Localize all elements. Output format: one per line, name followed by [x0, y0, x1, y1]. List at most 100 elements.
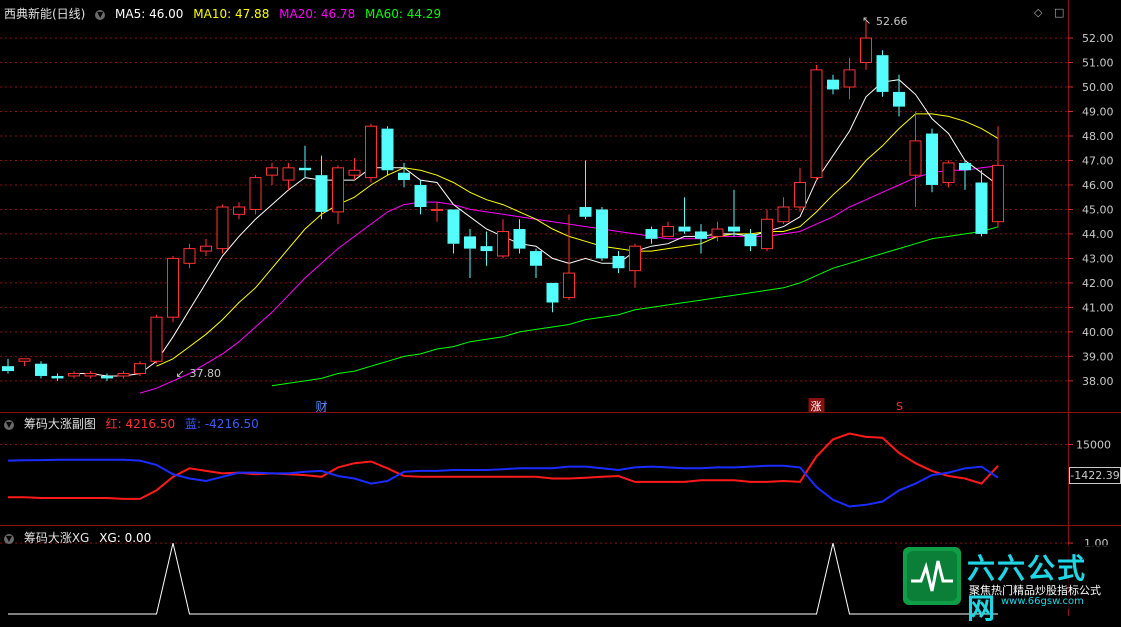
candle-body — [662, 226, 674, 237]
candle-body — [315, 175, 328, 212]
low-arrow-icon: ↙ — [176, 367, 185, 380]
candle-body — [381, 128, 394, 171]
chevron-down-icon[interactable]: ▼ — [4, 533, 14, 544]
high-arrow-icon: ↖ — [862, 14, 871, 27]
candle-body — [596, 209, 608, 259]
candle-body — [266, 167, 278, 176]
candle-body — [431, 208, 443, 211]
candle-body — [744, 233, 757, 247]
diamond-icon[interactable]: ◇ — [1034, 6, 1042, 19]
ma20-readout: MA20: 46.78 — [279, 7, 356, 21]
chevron-down-icon[interactable]: ▼ — [4, 419, 14, 430]
candle-body — [398, 172, 410, 181]
candle-body — [183, 248, 196, 264]
candle-body — [579, 207, 592, 217]
candle-body — [2, 366, 14, 372]
candle-body — [51, 375, 64, 379]
ma60-readout: MA60: 44.29 — [365, 7, 442, 21]
price-pane[interactable]: 52.00 51.00 50.00 49.00 48.00 47.00 46.00 45.00… — [0, 0, 1121, 412]
blue-series-line — [7, 458, 999, 508]
blue-readout: 蓝: -4216.50 — [184, 417, 259, 431]
candle-body — [563, 272, 575, 299]
candle-body — [827, 79, 839, 90]
limit-up-marker: 涨 — [811, 400, 822, 412]
candle-body — [909, 140, 922, 176]
candle-body — [513, 229, 526, 249]
y-tick-label: 49.00 — [1082, 106, 1114, 119]
candle-body — [893, 91, 905, 107]
candle-body — [150, 316, 163, 362]
candle-body — [612, 255, 625, 269]
candle-body — [942, 162, 955, 184]
y-tick-label: 46.00 — [1082, 179, 1114, 192]
candle-body — [18, 358, 31, 362]
candle-body — [84, 373, 97, 377]
sub1-header: ▼ 筹码大涨副图 红: 4216.50 蓝: -4216.50 — [4, 415, 265, 432]
y-tick-label: 47.00 — [1082, 154, 1114, 167]
candle-body — [678, 226, 691, 232]
site-logo-icon — [903, 547, 961, 605]
candle-body — [464, 236, 476, 249]
candle-body — [299, 167, 311, 171]
current-value-label: -1422.39 — [1069, 467, 1121, 484]
site-url[interactable]: www.66gsw.com — [1001, 596, 1084, 607]
square-icon[interactable]: □ — [1054, 6, 1064, 19]
xg-signal-line — [8, 542, 998, 615]
candle-body — [117, 373, 130, 377]
candle-body — [365, 125, 377, 179]
candle-body — [216, 206, 229, 250]
stock-title: 西典新能(日线) — [4, 7, 86, 21]
y-tick-label: 45.00 — [1082, 203, 1114, 216]
candle-body — [876, 55, 889, 92]
sub2-title: 筹码大涨XG — [23, 531, 90, 545]
xg-readout: XG: 0.00 — [99, 531, 152, 545]
candle-body — [530, 251, 542, 266]
indicator-pane-1[interactable]: 15000 ▼ 筹码大涨副图 红: 4216.50 蓝: -4216.50 -1… — [0, 413, 1121, 525]
site-watermark: 六六公式网 聚焦热门精品炒股指标公式 www.66gsw.com — [903, 545, 1111, 625]
low-price-label: 37.80 — [190, 367, 222, 380]
candle-body — [843, 69, 856, 88]
candle-body — [414, 184, 427, 207]
finance-event-marker: 财 — [316, 400, 328, 412]
candle-body — [497, 230, 509, 257]
red-series-line — [8, 432, 999, 500]
y-tick-label: 51.00 — [1082, 57, 1114, 70]
candle-body — [645, 229, 658, 239]
y-tick-label: 41.00 — [1082, 301, 1114, 314]
candle-body — [794, 182, 806, 208]
y-tick-label: 44.00 — [1082, 228, 1114, 241]
current-value-text: -1422.39 — [1070, 469, 1120, 482]
candle-body — [35, 363, 47, 376]
candle-body — [761, 218, 773, 250]
candle-body — [282, 167, 295, 181]
candle-body — [68, 373, 80, 377]
signal-s-marker: S — [896, 400, 903, 412]
candle-body — [480, 246, 493, 252]
candle-body — [992, 164, 1004, 223]
red-readout: 红: 4216.50 — [105, 417, 176, 431]
candle-body — [926, 133, 938, 185]
candle-body — [200, 245, 212, 252]
candlestick-chart[interactable]: 52.00 51.00 50.00 49.00 48.00 47.00 46.00 45.00… — [0, 0, 1121, 412]
main-header: 西典新能(日线) ▼ MA5: 46.00 MA10: 47.88 MA20: … — [4, 5, 447, 22]
candle-body — [777, 206, 790, 223]
candle-body — [134, 363, 146, 375]
candle-body — [348, 169, 361, 176]
candle-body — [233, 206, 245, 215]
candle-body — [860, 37, 872, 64]
sub1-title: 筹码大涨副图 — [23, 417, 96, 431]
ma5-readout: MA5: 46.00 — [115, 7, 184, 21]
sub2-header: ▼ 筹码大涨XG XG: 0.00 — [4, 529, 157, 546]
candle-body — [546, 282, 559, 303]
chevron-down-icon[interactable]: ▼ — [95, 9, 106, 20]
candle-body — [728, 226, 740, 232]
y-tick-label: 48.00 — [1082, 130, 1114, 143]
ma10-readout: MA10: 47.88 — [193, 7, 270, 21]
candle-body — [975, 182, 988, 234]
y-tick-label: 15000 — [1076, 439, 1111, 452]
candle-body — [810, 69, 823, 179]
y-tick-label: 39.00 — [1082, 350, 1114, 363]
candle-body — [101, 375, 113, 379]
candle-body — [332, 167, 344, 213]
candle-body — [959, 162, 971, 171]
